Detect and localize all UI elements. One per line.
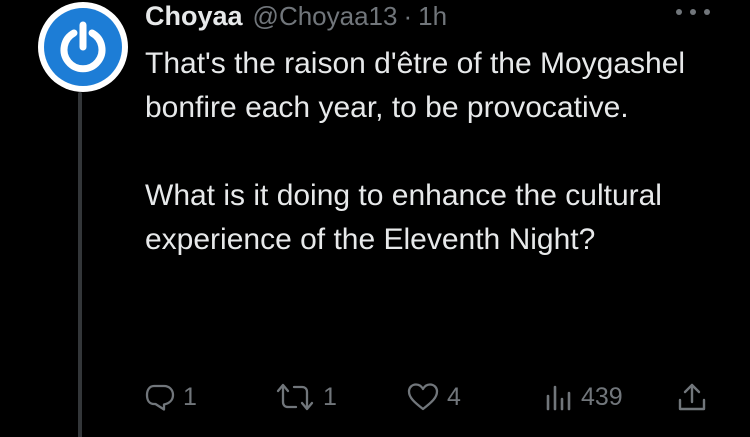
avatar-inner [44, 8, 122, 86]
tweet: Choyaa @Choyaa13 · 1h That's the raison … [0, 0, 750, 437]
tweet-header: Choyaa @Choyaa13 · 1h [145, 0, 447, 32]
author-display-name[interactable]: Choyaa [145, 1, 243, 32]
ellipsis-icon [690, 9, 696, 15]
tweet-paragraph: What is it doing to enhance the cultural… [145, 179, 662, 256]
tweet-body: That's the raison d'être of the Moygashe… [145, 42, 725, 262]
author-handle[interactable]: @Choyaa13 [253, 1, 398, 32]
retweet-icon [276, 383, 314, 411]
header-separator: · [403, 0, 413, 31]
reply-count: 1 [183, 382, 197, 411]
reply-button[interactable]: 1 [145, 372, 197, 422]
share-button[interactable] [677, 372, 707, 422]
ellipsis-icon [704, 9, 710, 15]
share-icon [678, 383, 706, 411]
reply-icon [145, 384, 175, 411]
views-chart-icon [546, 385, 571, 411]
retweet-count: 1 [323, 382, 337, 411]
tweet-time[interactable]: 1h [418, 1, 447, 32]
thread-line [78, 92, 82, 437]
heart-icon [407, 383, 439, 411]
like-button[interactable]: 4 [407, 372, 461, 422]
retweet-button[interactable]: 1 [275, 372, 337, 422]
views-count: 439 [581, 382, 623, 411]
power-icon [60, 21, 106, 73]
like-count: 4 [447, 382, 461, 411]
more-options-button[interactable] [676, 4, 710, 20]
tweet-actions: 1 1 4 439 [145, 372, 710, 422]
tweet-paragraph: That's the raison d'être of the Moygashe… [145, 47, 686, 124]
ellipsis-icon [676, 9, 682, 15]
avatar[interactable] [38, 2, 128, 92]
views-button[interactable]: 439 [543, 372, 623, 422]
